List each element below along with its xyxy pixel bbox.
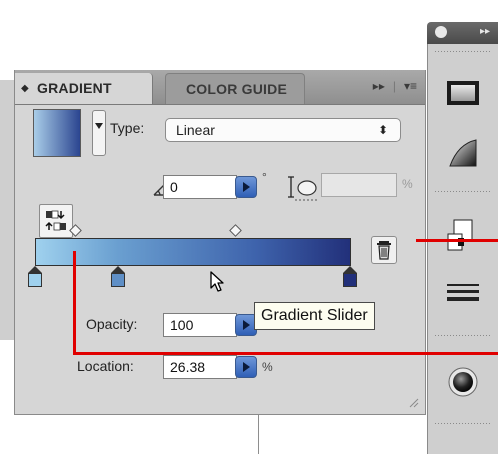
aspect-ratio-icon (288, 176, 317, 201)
location-input[interactable]: 26.38 (163, 355, 237, 379)
transparency-panel-icon (447, 219, 473, 251)
reverse-gradient-icon (45, 210, 66, 231)
angle-input[interactable]: 0 (163, 175, 237, 199)
tool-dock (427, 44, 498, 454)
reverse-gradient-button[interactable] (39, 204, 73, 238)
annotation-line-bottom (73, 352, 498, 355)
type-label: Type: (110, 120, 145, 136)
gradient-preview-swatch[interactable] (33, 109, 81, 157)
panel-controls: ▸▸ | ▾≡ (373, 79, 417, 93)
gradient-panel: ◆ GRADIENT COLOR GUIDE ▸▸ | ▾≡ Type: Lin… (14, 70, 426, 415)
appearance-panel-icon (448, 367, 478, 397)
location-unit: % (262, 360, 273, 374)
dock-collapse-icon[interactable] (435, 26, 447, 38)
stroke-panel-icon (447, 81, 479, 105)
dock-stroke-weight-button[interactable] (440, 272, 486, 316)
annotation-line-vertical (73, 251, 76, 354)
aspect-ratio-unit: % (402, 177, 413, 191)
dock-header[interactable]: ▸▸ (427, 22, 498, 44)
angle-stepper[interactable] (235, 176, 257, 198)
gradient-slider[interactable] (35, 238, 351, 266)
stroke-weight-icon (447, 284, 479, 301)
dock-appearance-button[interactable] (440, 360, 486, 404)
angle-unit: ° (262, 170, 267, 184)
tab-gradient-label: GRADIENT (37, 80, 112, 96)
resize-grip-icon[interactable] (407, 396, 419, 408)
background-window-edge (0, 80, 15, 340)
dock-transparency-button[interactable] (440, 214, 486, 258)
dock-separator (434, 334, 492, 337)
tab-gradient[interactable]: ◆ GRADIENT (15, 73, 153, 104)
location-label: Location: (77, 358, 134, 374)
panel-collapse-icon[interactable]: ◆ (21, 73, 29, 104)
gradient-presets-dropdown[interactable] (92, 110, 106, 156)
dock-expand-icon[interactable]: ▸▸ (480, 26, 490, 37)
gradient-stop-3[interactable] (343, 266, 357, 288)
dock-separator (434, 190, 492, 193)
delete-stop-button[interactable] (371, 236, 397, 264)
dock-gradient-button[interactable] (440, 130, 486, 174)
location-value: 26.38 (170, 359, 206, 375)
angle-value: 0 (170, 179, 178, 195)
tab-color-guide[interactable]: COLOR GUIDE (165, 73, 305, 104)
gradient-slider-tooltip: Gradient Slider (254, 302, 375, 330)
panel-controls-divider: | (392, 79, 396, 93)
dock-stroke-button[interactable] (440, 72, 486, 116)
opacity-input[interactable]: 100 (163, 313, 237, 337)
gradient-panel-icon (449, 139, 477, 167)
arrow-cursor-icon (210, 271, 224, 292)
panel-tab-bar: ◆ GRADIENT COLOR GUIDE ▸▸ | ▾≡ (15, 70, 425, 105)
dock-separator (434, 422, 492, 425)
gradient-stop-2[interactable] (111, 266, 125, 288)
type-select-value: Linear (176, 122, 215, 138)
opacity-label: Opacity: (86, 316, 138, 332)
dock-separator (434, 50, 492, 53)
select-updown-icon: ⬍ (377, 123, 388, 137)
trash-icon (377, 241, 391, 260)
gradient-midpoint-2[interactable] (229, 224, 242, 237)
location-stepper[interactable] (235, 356, 257, 378)
tab-color-guide-label: COLOR GUIDE (186, 81, 287, 97)
gradient-stop-1[interactable] (28, 266, 42, 288)
panel-expand-icon[interactable]: ▸▸ (373, 79, 385, 93)
annotation-line-right (416, 239, 498, 242)
aspect-ratio-input[interactable] (321, 173, 397, 197)
opacity-value: 100 (170, 317, 194, 333)
type-select[interactable]: Linear ⬍ (165, 118, 401, 142)
panel-menu-icon[interactable]: ▾≡ (404, 79, 417, 93)
